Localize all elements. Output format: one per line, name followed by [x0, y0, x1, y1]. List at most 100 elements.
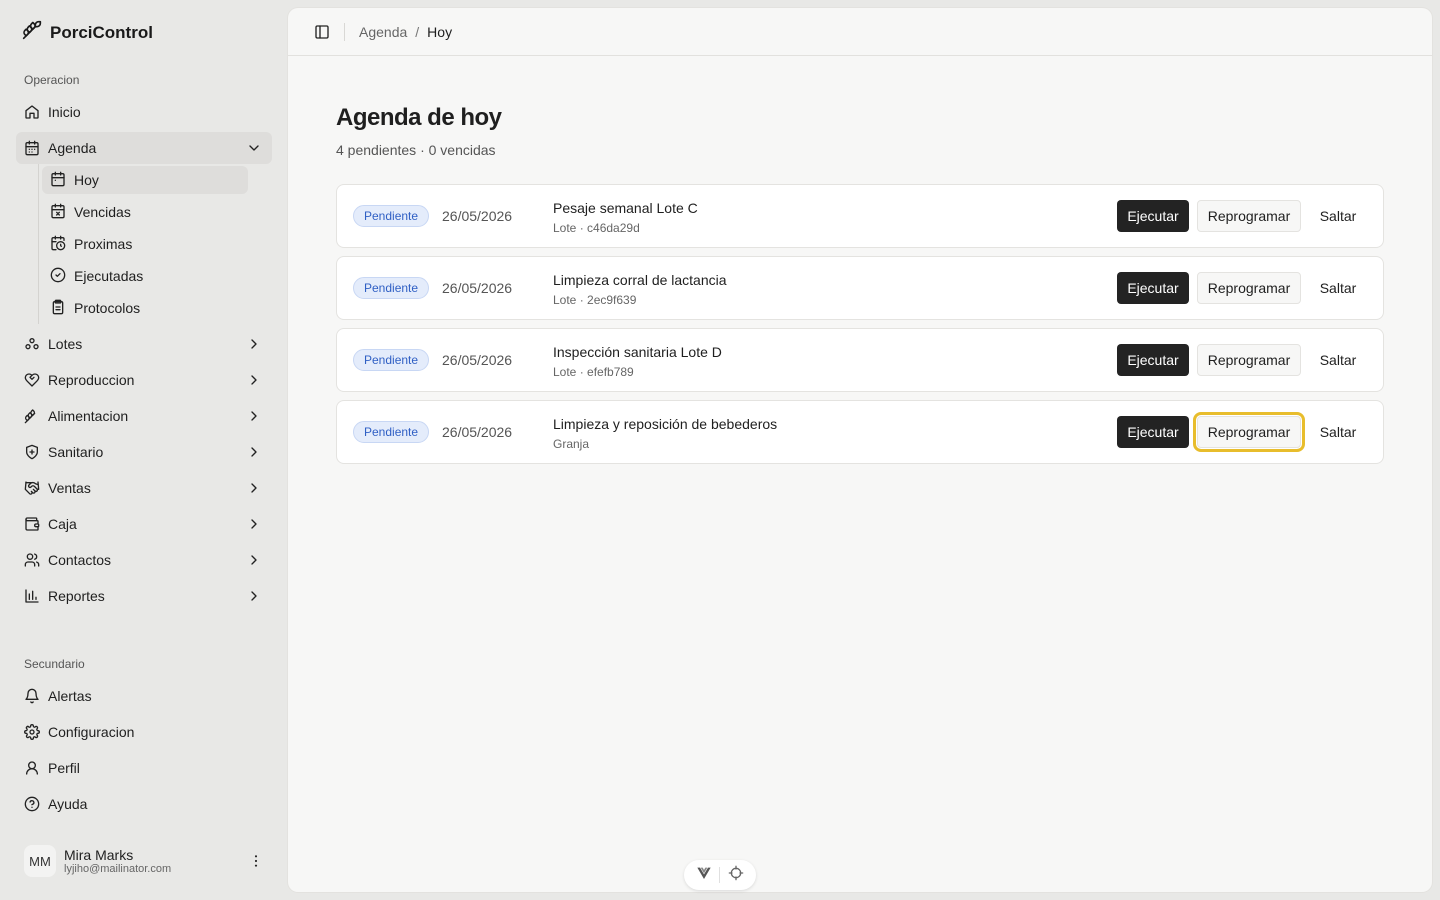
user-icon: [24, 760, 40, 776]
sidebar-item-label: Lotes: [48, 336, 83, 352]
more-vertical-icon[interactable]: [248, 853, 264, 869]
sidebar-subitem-ejecutadas[interactable]: Ejecutadas: [42, 262, 248, 290]
task-meta: Granja: [553, 437, 590, 451]
task-date: 26/05/2026: [442, 352, 513, 368]
section-label-operacion: Operacion: [24, 73, 80, 87]
task-date: 26/05/2026: [442, 208, 513, 224]
users-icon: [24, 552, 40, 568]
skip-button[interactable]: Saltar: [1309, 416, 1367, 448]
breadcrumb-current: Hoy: [427, 23, 453, 40]
page-subtitle: 4 pendientes · 0 vencidas: [336, 142, 496, 158]
breadcrumb-agenda[interactable]: Agenda: [359, 24, 407, 40]
task-meta: Lote · 2ec9f639: [553, 293, 637, 307]
sidebar-subitem-hoy[interactable]: Hoy: [42, 166, 248, 194]
task-title: Pesaje semanal Lote C: [553, 200, 698, 216]
sidebar-item-sanitario[interactable]: Sanitario: [16, 436, 272, 468]
wheat-logo-icon: [22, 20, 42, 45]
toolbar-divider: [719, 867, 721, 883]
sidebar-item-contactos[interactable]: Contactos: [16, 544, 272, 576]
topbar: Agenda / Hoy: [288, 8, 1432, 56]
sidebar-item-configuracion[interactable]: Configuracion: [16, 716, 272, 748]
sidebar-item-reproduccion[interactable]: Reproduccion: [16, 364, 272, 396]
task-meta: Lote · efefb789: [553, 365, 634, 379]
chevron-down-icon: [246, 140, 262, 156]
sidebar-subitem-label: Ejecutadas: [74, 268, 144, 284]
topbar-divider: [344, 22, 345, 41]
chevron-right-icon: [246, 444, 262, 460]
execute-button[interactable]: Ejecutar: [1117, 200, 1189, 232]
brand[interactable]: PorciControl: [22, 20, 153, 45]
user-menu-trigger[interactable]: MM Mira Marks lyjiho@mailinator.com: [24, 842, 272, 880]
brand-name: PorciControl: [50, 22, 153, 42]
skip-button[interactable]: Saltar: [1309, 272, 1367, 304]
calendar-x-icon: [50, 203, 66, 222]
status-badge: Pendiente: [353, 205, 430, 227]
execute-button[interactable]: Ejecutar: [1117, 344, 1189, 376]
task-row: Pendiente 26/05/2026 Inspección sanitari…: [336, 328, 1384, 392]
task-title: Inspección sanitaria Lote D: [553, 344, 722, 360]
gear-icon: [24, 724, 40, 740]
sidebar-subitem-proximas[interactable]: Proximas: [42, 230, 248, 258]
sidebar-item-agenda[interactable]: Agenda: [16, 132, 272, 164]
section-label-secundario: Secundario: [24, 657, 85, 671]
status-badge: Pendiente: [353, 277, 430, 299]
submenu-line: [38, 164, 39, 324]
sidebar-item-lotes[interactable]: Lotes: [16, 328, 272, 360]
chevron-right-icon: [246, 552, 262, 568]
sidebar-item-label: Reproduccion: [48, 372, 135, 388]
task-meta: Lote · c46da29d: [553, 221, 640, 235]
sidebar-item-alertas[interactable]: Alertas: [16, 680, 272, 712]
sidebar: PorciControl Operacion Inicio Agenda Hoy…: [0, 0, 288, 900]
sidebar-item-label: Ventas: [48, 480, 91, 496]
sidebar-item-caja[interactable]: Caja: [16, 508, 272, 540]
status-badge: Pendiente: [353, 421, 430, 443]
user-name: Mira Marks: [64, 847, 134, 863]
bell-icon: [24, 688, 40, 704]
sidebar-item-inicio[interactable]: Inicio: [16, 96, 272, 128]
sidebar-item-label: Inicio: [48, 104, 81, 120]
wallet-icon: [24, 516, 40, 532]
sidebar-item-reportes[interactable]: Reportes: [16, 580, 272, 612]
execute-button[interactable]: Ejecutar: [1117, 272, 1189, 304]
sidebar-item-label: Configuracion: [48, 724, 135, 740]
chevron-right-icon: [246, 516, 262, 532]
wheat-icon: [24, 408, 40, 424]
task-date: 26/05/2026: [442, 424, 513, 440]
crosshair-icon[interactable]: [728, 865, 744, 886]
sidebar-item-ventas[interactable]: Ventas: [16, 472, 272, 504]
sidebar-subitem-vencidas[interactable]: Vencidas: [42, 198, 248, 226]
sidebar-item-label: Agenda: [48, 140, 97, 156]
reschedule-button[interactable]: Reprogramar: [1197, 272, 1301, 304]
sidebar-subitem-label: Proximas: [74, 236, 133, 252]
reschedule-button[interactable]: Reprogramar: [1193, 412, 1305, 452]
sidebar-item-label: Reportes: [48, 588, 105, 604]
execute-button[interactable]: Ejecutar: [1117, 416, 1189, 448]
chevron-right-icon: [246, 588, 262, 604]
sidebar-item-label: Sanitario: [48, 444, 104, 460]
calendar-icon: [50, 171, 66, 190]
skip-button[interactable]: Saltar: [1309, 200, 1367, 232]
check-circle-icon: [50, 267, 66, 286]
handshake-icon: [24, 480, 40, 496]
chevron-right-icon: [246, 336, 262, 352]
help-icon: [24, 796, 40, 812]
reschedule-button[interactable]: Reprogramar: [1197, 200, 1301, 232]
task-row: Pendiente 26/05/2026 Limpieza y reposici…: [336, 400, 1384, 464]
sidebar-item-alimentacion[interactable]: Alimentacion: [16, 400, 272, 432]
sidebar-item-perfil[interactable]: Perfil: [16, 752, 272, 784]
sidebar-subitem-protocolos[interactable]: Protocolos: [42, 294, 248, 322]
chevron-right-icon: [246, 372, 262, 388]
reschedule-button[interactable]: Reprogramar: [1197, 344, 1301, 376]
user-email: lyjiho@mailinator.com: [64, 863, 172, 875]
chevron-right-icon: [246, 480, 262, 496]
task-row: Pendiente 26/05/2026 Pesaje semanal Lote…: [336, 184, 1384, 248]
sidebar-item-ayuda[interactable]: Ayuda: [16, 788, 272, 820]
task-date: 26/05/2026: [442, 280, 513, 296]
vue-logo-icon[interactable]: [696, 865, 712, 886]
skip-button[interactable]: Saltar: [1309, 344, 1367, 376]
breadcrumb-separator: /: [415, 23, 420, 40]
sidebar-subitem-label: Protocolos: [74, 300, 141, 316]
home-icon: [24, 104, 40, 120]
sidebar-toggle-icon[interactable]: [314, 24, 330, 40]
shield-icon: [24, 444, 40, 460]
